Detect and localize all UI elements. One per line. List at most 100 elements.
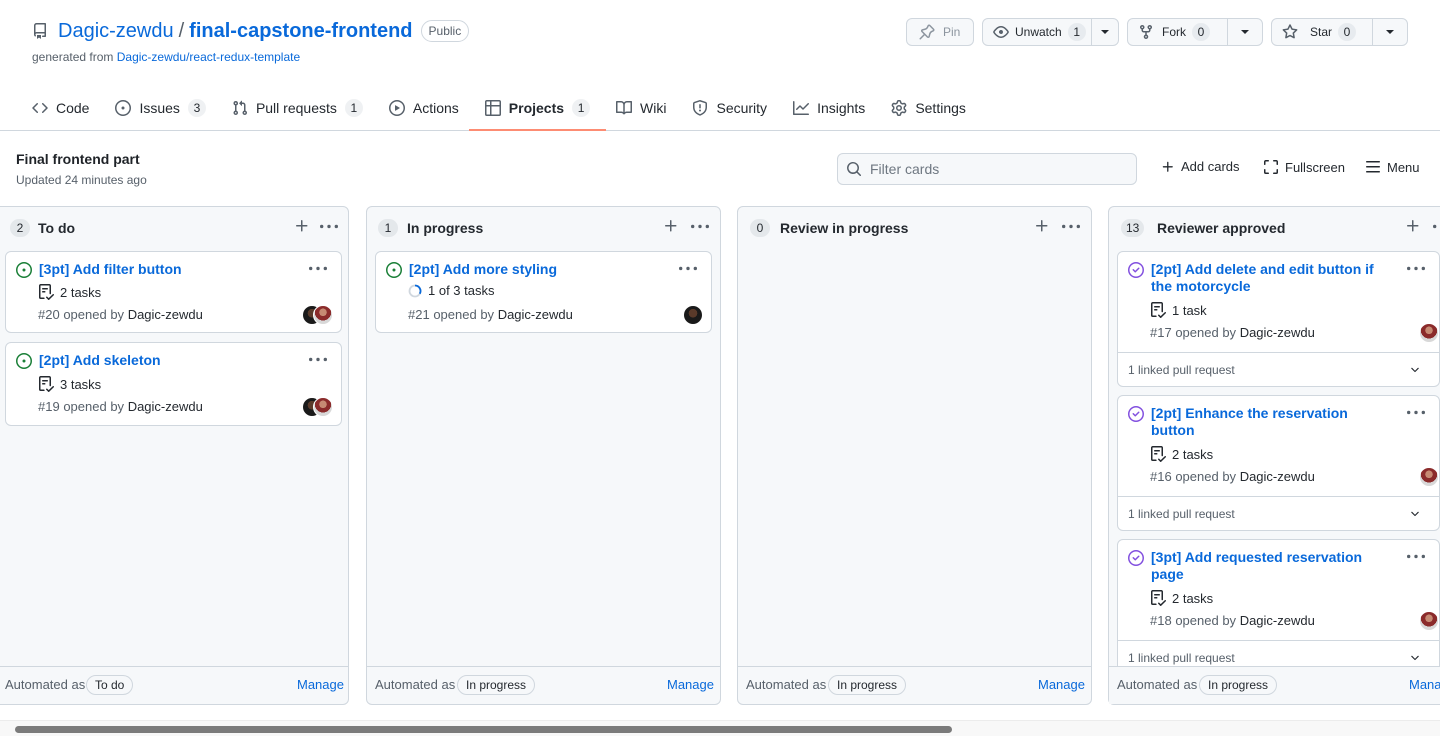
kebab-horizontal-icon[interactable] bbox=[691, 218, 709, 236]
watch-dropdown[interactable] bbox=[1091, 19, 1118, 45]
checklist-icon bbox=[38, 284, 54, 300]
issue-title-link[interactable]: [2pt] Add delete and edit button if the … bbox=[1151, 261, 1381, 295]
kebab-horizontal-icon[interactable] bbox=[309, 260, 327, 278]
unwatch-label: Unwatch bbox=[1015, 25, 1062, 39]
tab-projects[interactable]: Projects 1 bbox=[468, 88, 607, 131]
task-progress: 2 tasks bbox=[38, 284, 101, 300]
kebab-horizontal-icon[interactable] bbox=[320, 218, 338, 236]
issue-title-link[interactable]: [3pt] Add requested reservation page bbox=[1151, 549, 1381, 583]
filter-cards-field[interactable] bbox=[837, 153, 1137, 185]
issue-card[interactable]: [2pt] Add skeleton 3 tasks #19 opened by… bbox=[5, 342, 342, 426]
linked-pull-request[interactable]: 1 linked pull request bbox=[1118, 352, 1439, 386]
tab-wiki[interactable]: Wiki bbox=[608, 88, 674, 128]
author-link[interactable]: Dagic-zewdu bbox=[1240, 469, 1315, 484]
linked-pull-request[interactable]: 1 linked pull request bbox=[1118, 496, 1439, 530]
column-footer: Automated as In progress Mana bbox=[1109, 666, 1440, 704]
avatar[interactable] bbox=[1419, 323, 1439, 343]
plus-icon[interactable] bbox=[294, 218, 310, 234]
add-cards-button[interactable]: Add cards bbox=[1161, 159, 1240, 174]
code-icon bbox=[32, 100, 48, 116]
fork-count: 0 bbox=[1192, 23, 1210, 41]
chevron-down-icon[interactable] bbox=[1409, 652, 1421, 664]
issue-title-link[interactable]: [2pt] Enhance the reservation button bbox=[1151, 405, 1381, 439]
plus-icon[interactable] bbox=[663, 218, 679, 234]
avatar[interactable] bbox=[313, 305, 333, 325]
author-link[interactable]: Dagic-zewdu bbox=[1240, 613, 1315, 628]
task-count: 1 task bbox=[1172, 302, 1207, 318]
column-count: 1 bbox=[378, 219, 398, 237]
scrollbar-thumb[interactable] bbox=[15, 726, 952, 733]
author-link[interactable]: Dagic-zewdu bbox=[128, 399, 203, 414]
tab-settings[interactable]: Settings bbox=[883, 88, 974, 128]
table-icon bbox=[484, 100, 501, 116]
assignees bbox=[1419, 323, 1439, 343]
tab-code[interactable]: Code bbox=[24, 88, 97, 128]
issue-title-link[interactable]: [2pt] Add skeleton bbox=[39, 352, 269, 369]
task-progress: 3 tasks bbox=[38, 376, 101, 392]
pulls-count: 1 bbox=[344, 99, 363, 117]
pin-button[interactable]: Pin bbox=[906, 18, 974, 46]
manage-automation-link[interactable]: Manage bbox=[1038, 677, 1085, 692]
issue-card[interactable]: [3pt] Add filter button 2 tasks #20 open… bbox=[5, 251, 342, 333]
star-button[interactable]: Star 0 bbox=[1271, 18, 1408, 46]
watch-count: 1 bbox=[1067, 23, 1086, 41]
fork-dropdown[interactable] bbox=[1227, 19, 1262, 45]
unwatch-button[interactable]: Unwatch 1 bbox=[982, 18, 1119, 46]
fork-label: Fork bbox=[1162, 25, 1186, 39]
kebab-horizontal-icon[interactable] bbox=[1407, 548, 1425, 566]
avatar[interactable] bbox=[1419, 467, 1439, 487]
tab-issues[interactable]: Issues 3 bbox=[107, 88, 213, 128]
automated-label: Automated as bbox=[375, 677, 456, 692]
generated-from-label: generated from bbox=[32, 50, 114, 64]
author-link[interactable]: Dagic-zewdu bbox=[1240, 325, 1315, 340]
menu-button[interactable]: Menu bbox=[1365, 159, 1420, 175]
column-title: To do bbox=[38, 220, 76, 236]
plus-icon[interactable] bbox=[1405, 218, 1421, 234]
horizontal-scrollbar[interactable] bbox=[0, 720, 1440, 736]
chevron-down-icon[interactable] bbox=[1409, 364, 1421, 376]
filter-cards-input[interactable] bbox=[870, 161, 1130, 177]
column-footer: Automated as To do Manage bbox=[0, 666, 348, 704]
manage-automation-link[interactable]: Mana bbox=[1409, 677, 1440, 692]
issue-card[interactable]: [2pt] Enhance the reservation button 2 t… bbox=[1117, 395, 1440, 531]
kebab-horizontal-icon[interactable] bbox=[679, 260, 697, 278]
tab-actions[interactable]: Actions bbox=[381, 88, 467, 128]
fullscreen-button[interactable]: Fullscreen bbox=[1263, 159, 1345, 175]
kebab-horizontal-icon[interactable] bbox=[309, 351, 327, 369]
chevron-down-icon[interactable] bbox=[1409, 508, 1421, 520]
kebab-horizontal-icon[interactable] bbox=[1407, 260, 1425, 278]
projects-count: 1 bbox=[572, 99, 591, 117]
manage-automation-link[interactable]: Manage bbox=[297, 677, 344, 692]
kebab-horizontal-icon[interactable] bbox=[1062, 218, 1080, 236]
kebab-horizontal-icon[interactable] bbox=[1407, 404, 1425, 422]
fork-button[interactable]: Fork 0 bbox=[1127, 18, 1263, 46]
tab-insights[interactable]: Insights bbox=[785, 88, 873, 128]
issue-title-link[interactable]: [3pt] Add filter button bbox=[39, 261, 269, 278]
author-link[interactable]: Dagic-zewdu bbox=[128, 307, 203, 322]
avatar[interactable] bbox=[683, 305, 703, 325]
issue-card[interactable]: [3pt] Add requested reservation page 2 t… bbox=[1117, 539, 1440, 675]
checklist-icon bbox=[1150, 302, 1166, 318]
issue-card[interactable]: [2pt] Add delete and edit button if the … bbox=[1117, 251, 1440, 387]
avatar[interactable] bbox=[1419, 611, 1439, 631]
fork-icon bbox=[1138, 24, 1154, 40]
repo-separator: / bbox=[178, 19, 185, 42]
tab-pull-requests[interactable]: Pull requests 1 bbox=[224, 88, 371, 128]
assignees bbox=[1419, 611, 1439, 631]
issue-meta: #21 opened by Dagic-zewdu bbox=[408, 307, 573, 322]
issue-card[interactable]: [2pt] Add more styling 1 of 3 tasks #21 … bbox=[375, 251, 712, 333]
kebab-horizontal-icon[interactable] bbox=[1433, 218, 1440, 236]
repo-owner-link[interactable]: Dagic-zewdu bbox=[58, 20, 174, 43]
avatar[interactable] bbox=[313, 397, 333, 417]
manage-automation-link[interactable]: Manage bbox=[667, 677, 714, 692]
issue-title-link[interactable]: [2pt] Add more styling bbox=[409, 261, 639, 278]
author-link[interactable]: Dagic-zewdu bbox=[498, 307, 573, 322]
star-dropdown[interactable] bbox=[1372, 19, 1407, 45]
repo-name-link[interactable]: final-capstone-frontend bbox=[189, 20, 412, 43]
task-count: 2 tasks bbox=[60, 284, 102, 300]
plus-icon[interactable] bbox=[1034, 218, 1050, 234]
template-repo-link[interactable]: Dagic-zewdu/react-redux-template bbox=[117, 50, 300, 64]
project-bar: Final frontend part Updated 24 minutes a… bbox=[0, 131, 1440, 206]
tab-security[interactable]: Security bbox=[684, 88, 775, 128]
assignees bbox=[302, 397, 333, 417]
